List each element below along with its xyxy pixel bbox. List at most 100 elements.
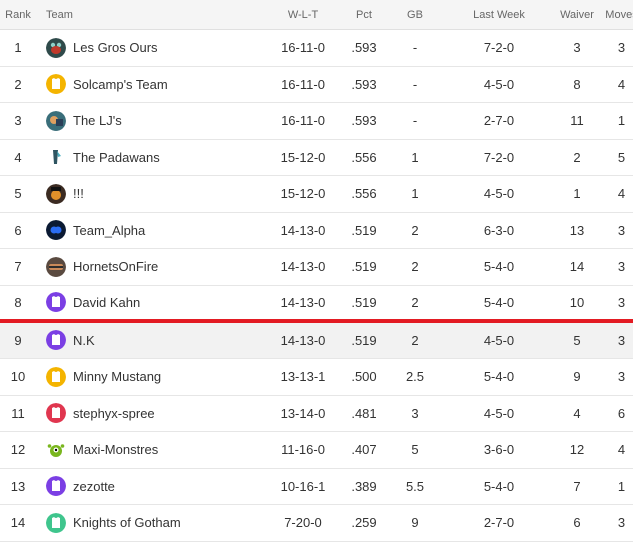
standings-row[interactable]: 1 Les Gros Ours 16-11-0.593-7-2-0 3 3	[0, 29, 633, 67]
wlt-cell: 15-12-0	[264, 139, 342, 176]
team-name[interactable]: HornetsOnFire	[73, 259, 158, 274]
photo-team-logo-icon	[46, 110, 66, 131]
team-name[interactable]: zezotte	[73, 479, 115, 494]
header-wlt[interactable]: W-L-T	[264, 0, 342, 30]
rank-cell: 3	[0, 102, 36, 140]
team-link[interactable]: zezotte	[46, 476, 264, 497]
last-week-cell: 2-7-0	[444, 102, 554, 140]
wlt-cell: 14-13-0	[264, 285, 342, 323]
standings-row[interactable]: 7 HornetsOnFire 14-13-0.519 2 5-4-0 14 3	[0, 248, 633, 286]
standings-row[interactable]: 13 zezotte 10-16-1.389 5.5 5-4-0 7 1	[0, 468, 633, 505]
waiver-cell: 3	[554, 29, 600, 67]
team-name[interactable]: N.K	[73, 333, 95, 348]
team-cell: zezotte	[36, 468, 264, 505]
gb-cell: 2.5	[386, 358, 444, 396]
moves-cell: 6	[600, 395, 633, 432]
hornets-team-logo-icon	[46, 256, 66, 277]
team-name[interactable]: Maxi-Monstres	[73, 442, 158, 457]
standings-row[interactable]: 3 The LJ's 16-11-0.593-2-7-0 11 1	[0, 102, 633, 140]
team-link[interactable]: David Kahn	[46, 292, 264, 312]
standings-row[interactable]: 6 Team_Alpha 14-13-0.519 2 6-3-0 13 3	[0, 212, 633, 249]
header-gb[interactable]: GB	[386, 0, 444, 30]
header-waiver[interactable]: Waiver	[554, 0, 600, 30]
waiver-cell: 9	[554, 358, 600, 396]
header-last-week[interactable]: Last Week	[444, 0, 554, 30]
jersey-team-logo-icon	[46, 476, 66, 497]
team-name[interactable]: Solcamp's Team	[73, 77, 168, 92]
team-link[interactable]: N.K	[46, 330, 264, 351]
standings-row[interactable]: 9 N.K 14-13-0.519 2 4-5-0 5 3	[0, 320, 633, 359]
pct-cell: .593	[342, 102, 386, 140]
waiver-cell: 8	[554, 66, 600, 103]
team-name[interactable]: The Padawans	[73, 150, 160, 165]
last-week-cell: 7-2-0	[444, 29, 554, 67]
rank-cell: 5	[0, 175, 36, 213]
team-link[interactable]: Les Gros Ours	[46, 37, 264, 58]
team-cell: !!!	[36, 175, 264, 213]
moves-cell: 4	[600, 431, 633, 469]
standings-row[interactable]: 12 Maxi-Monstres 11-16-0.407 5 3-6-0 12 4	[0, 431, 633, 469]
team-name[interactable]: Knights of Gotham	[73, 515, 181, 530]
last-week-cell: 4-5-0	[444, 66, 554, 103]
moves-cell: 3	[600, 248, 633, 286]
pct-cell: .593	[342, 29, 386, 67]
team-name[interactable]: David Kahn	[73, 295, 140, 310]
waiver-cell: 1	[554, 175, 600, 213]
wlt-cell: 16-11-0	[264, 102, 342, 140]
pct-cell: .407	[342, 431, 386, 469]
rank-cell: 12	[0, 431, 36, 469]
waiver-cell: 5	[554, 320, 600, 359]
standings-row[interactable]: 11 stephyx-spree 13-14-0.481 3 4-5-0 4 6	[0, 395, 633, 432]
standings-row[interactable]: 5!!! 15-12-0.556 1 4-5-0 1 4	[0, 175, 633, 213]
gb-cell: -	[386, 29, 444, 67]
team-link[interactable]: Knights of Gotham	[46, 512, 264, 533]
team-link[interactable]: The LJ's	[46, 110, 264, 131]
header-moves[interactable]: Moves	[600, 0, 633, 30]
pct-cell: .556	[342, 139, 386, 176]
rank-cell: 11	[0, 395, 36, 432]
team-cell: Team_Alpha	[36, 212, 264, 249]
team-link[interactable]: stephyx-spree	[46, 403, 264, 424]
rank-cell: 13	[0, 468, 36, 505]
team-cell: Minny Mustang	[36, 358, 264, 396]
team-cell: The Padawans	[36, 139, 264, 176]
last-week-cell: 7-2-0	[444, 139, 554, 176]
wlt-cell: 11-16-0	[264, 431, 342, 469]
bear-team-logo-icon	[46, 37, 66, 58]
team-name[interactable]: Minny Mustang	[73, 369, 161, 384]
team-link[interactable]: HornetsOnFire	[46, 256, 264, 277]
rank-cell: 1	[0, 29, 36, 67]
team-link[interactable]: The Padawans	[46, 147, 264, 168]
team-link[interactable]: Team_Alpha	[46, 220, 264, 241]
gb-cell: 5.5	[386, 468, 444, 505]
team-link[interactable]: !!!	[46, 183, 264, 204]
team-name[interactable]: Les Gros Ours	[73, 40, 158, 55]
standings-row[interactable]: 8 David Kahn 14-13-0.519 2 5-4-0 10 3	[0, 285, 633, 323]
standings-row[interactable]: 10 Minny Mustang 13-13-1.500 2.5 5-4-0 9 3	[0, 358, 633, 396]
standings-row[interactable]: 4 The Padawans 15-12-0.556 1 7-2-0 2 5	[0, 139, 633, 176]
last-week-cell: 5-4-0	[444, 358, 554, 396]
header-rank[interactable]: Rank	[0, 0, 36, 30]
team-cell: Solcamp's Team	[36, 66, 264, 103]
wlt-cell: 13-14-0	[264, 395, 342, 432]
team-name[interactable]: Team_Alpha	[73, 223, 145, 238]
rank-cell: 6	[0, 212, 36, 249]
alpha-team-logo-icon	[46, 220, 66, 241]
last-week-cell: 6-3-0	[444, 212, 554, 249]
header-pct[interactable]: Pct	[342, 0, 386, 30]
team-link[interactable]: Minny Mustang	[46, 366, 264, 387]
standings-row[interactable]: 2 Solcamp's Team 16-11-0.593-4-5-0 8 4	[0, 66, 633, 103]
gb-cell: 3	[386, 395, 444, 432]
moves-cell: 3	[600, 320, 633, 359]
last-week-cell: 5-4-0	[444, 468, 554, 505]
jersey-team-logo-icon	[46, 403, 66, 424]
header-team[interactable]: Team	[36, 0, 264, 30]
team-name[interactable]: stephyx-spree	[73, 406, 155, 421]
team-link[interactable]: Solcamp's Team	[46, 74, 264, 95]
team-link[interactable]: Maxi-Monstres	[46, 439, 264, 460]
team-name[interactable]: !!!	[73, 186, 84, 201]
team-name[interactable]: The LJ's	[73, 113, 122, 128]
wlt-cell: 15-12-0	[264, 175, 342, 213]
moves-cell: 4	[600, 66, 633, 103]
pct-cell: .481	[342, 395, 386, 432]
